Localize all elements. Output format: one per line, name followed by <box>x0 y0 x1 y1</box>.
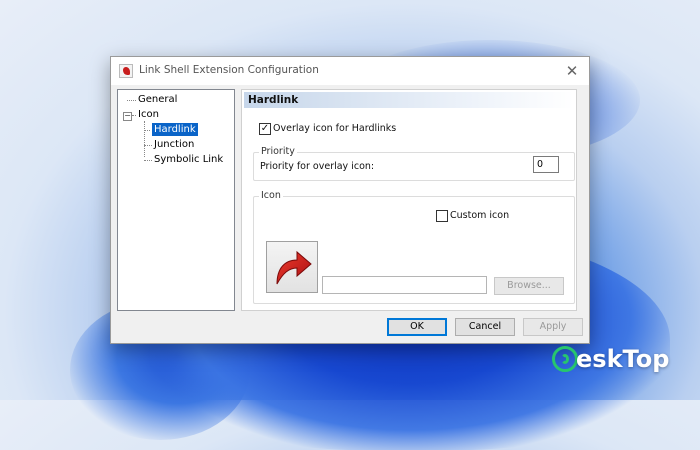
priority-group-title: Priority <box>259 146 297 157</box>
browse-button[interactable]: Browse... <box>494 277 564 295</box>
icon-group-title: Icon <box>259 190 283 201</box>
red-arrow-icon <box>276 250 312 285</box>
apply-button[interactable]: Apply <box>523 318 583 336</box>
tree-connector <box>144 130 152 131</box>
tree-connector <box>144 160 152 161</box>
priority-input[interactable]: 0 <box>533 156 559 173</box>
watermark-text: eskTop <box>576 345 670 373</box>
cancel-button[interactable]: Cancel <box>455 318 515 336</box>
icon-path-input[interactable] <box>322 276 487 294</box>
settings-tree: General − Icon Hardlink Junction Symboli… <box>117 89 235 311</box>
tree-item-general[interactable]: General <box>138 93 177 106</box>
close-button[interactable]: ✕ <box>559 60 585 82</box>
window-title: Link Shell Extension Configuration <box>139 64 319 76</box>
panel-header: Hardlink <box>244 92 574 108</box>
settings-panel: Hardlink ✓ Overlay icon for Hardlinks Pr… <box>241 89 577 311</box>
custom-icon-checkbox[interactable] <box>436 210 448 222</box>
priority-label: Priority for overlay icon: <box>260 161 375 172</box>
overlay-icon-checkbox[interactable]: ✓ <box>259 123 271 135</box>
tree-item-icon[interactable]: Icon <box>138 108 159 121</box>
title-bar[interactable]: Link Shell Extension Configuration ✕ <box>111 57 589 85</box>
custom-icon-label[interactable]: Custom icon <box>450 210 509 221</box>
config-dialog: Link Shell Extension Configuration ✕ Gen… <box>110 56 590 344</box>
collapse-icon[interactable]: − <box>123 112 132 121</box>
tree-connector <box>127 100 136 101</box>
hardlink-overlay-icon-preview <box>266 241 318 293</box>
tree-connector <box>132 115 136 116</box>
tree-item-hardlink[interactable]: Hardlink <box>151 122 199 137</box>
ok-button[interactable]: OK <box>387 318 447 336</box>
priority-group: Priority Priority for overlay icon: 0 <box>253 146 575 181</box>
tree-item-junction[interactable]: Junction <box>154 138 194 151</box>
link-shell-extension-icon <box>119 64 133 78</box>
tree-connector <box>144 145 152 146</box>
tree-connector <box>144 121 145 157</box>
tree-item-symbolic-link[interactable]: Symbolic Link <box>154 153 223 166</box>
watermark-logo-icon <box>552 346 578 372</box>
overlay-icon-label[interactable]: Overlay icon for Hardlinks <box>273 123 396 134</box>
